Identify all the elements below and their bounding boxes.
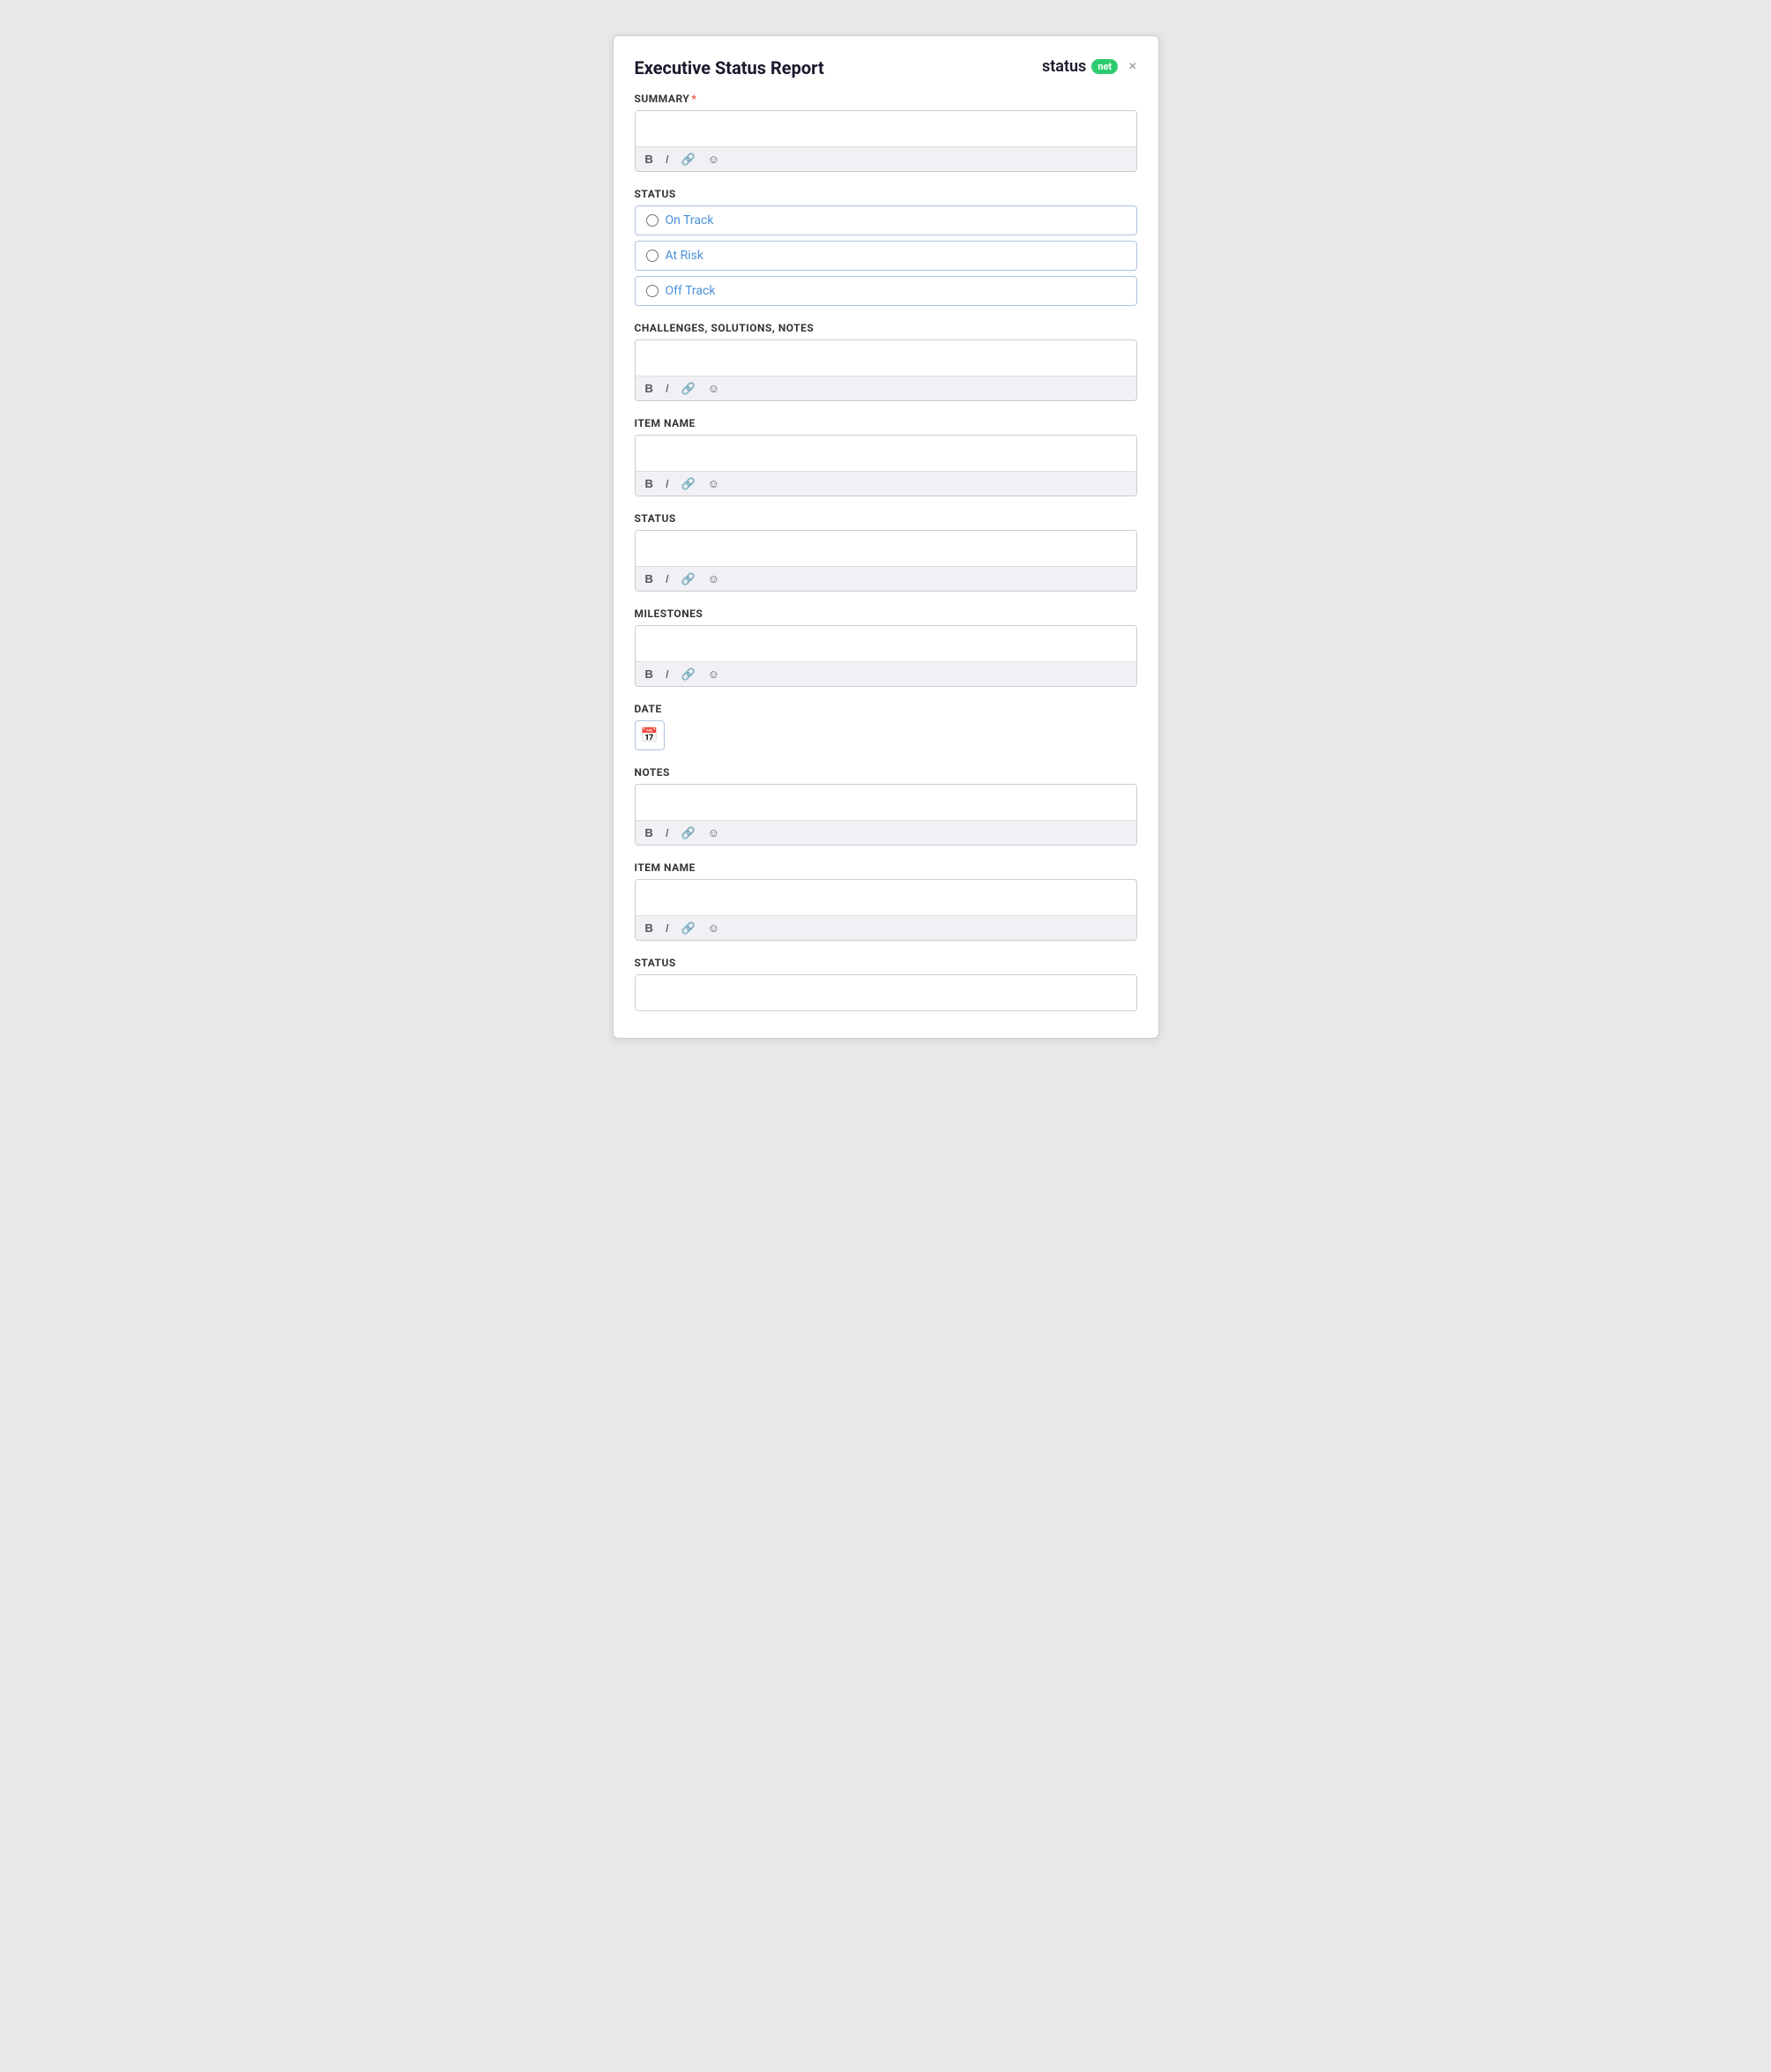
item-name-link-button-1[interactable]: 🔗 [679, 476, 698, 491]
item-status-editor-2 [635, 974, 1137, 1011]
brand-text: status [1042, 57, 1086, 76]
status-option-at-risk[interactable]: At Risk [635, 241, 1137, 271]
brand-badge: net [1091, 59, 1118, 74]
item-status-section-1: STATUS B I 🔗 ☺ [635, 512, 1137, 592]
notes-toolbar: B I 🔗 ☺ [636, 820, 1136, 845]
milestones-input[interactable] [636, 626, 1136, 661]
status-option-on-track[interactable]: On Track [635, 205, 1137, 235]
item-name-label-1: ITEM NAME [635, 417, 1137, 429]
item-status-toolbar-1: B I 🔗 ☺ [636, 566, 1136, 591]
item-status-editor-1: B I 🔗 ☺ [635, 530, 1137, 592]
status-section: STATUS On Track At Risk Off Track [635, 188, 1137, 306]
required-indicator: * [691, 93, 696, 105]
item-status-bold-button-1[interactable]: B [643, 571, 656, 586]
notes-emoji-button[interactable]: ☺ [705, 825, 722, 840]
summary-input[interactable] [636, 111, 1136, 146]
item-name-toolbar-1: B I 🔗 ☺ [636, 471, 1136, 496]
notes-section: NOTES B I 🔗 ☺ [635, 766, 1137, 846]
item-name-section-1: ITEM NAME B I 🔗 ☺ [635, 417, 1137, 496]
item-name-toolbar-2: B I 🔗 ☺ [636, 915, 1136, 940]
summary-emoji-button[interactable]: ☺ [705, 152, 722, 167]
date-picker-button[interactable]: 📅 [635, 720, 665, 750]
challenges-input[interactable] [636, 340, 1136, 376]
challenges-emoji-button[interactable]: ☺ [705, 381, 722, 396]
modal-container: Executive Status Report status net × SUM… [613, 35, 1159, 1039]
status-label-off-track: Off Track [666, 284, 716, 298]
notes-label: NOTES [635, 766, 1137, 779]
milestones-toolbar: B I 🔗 ☺ [636, 661, 1136, 686]
summary-section: SUMMARY* B I 🔗 ☺ [635, 93, 1137, 172]
item-status-input-2[interactable] [636, 975, 1136, 1010]
challenges-editor: B I 🔗 ☺ [635, 339, 1137, 401]
milestones-italic-button[interactable]: I [663, 667, 672, 682]
status-label-on-track: On Track [666, 213, 714, 227]
status-label: STATUS [635, 188, 1137, 200]
milestones-section: MILESTONES B I 🔗 ☺ [635, 607, 1137, 687]
challenges-toolbar: B I 🔗 ☺ [636, 376, 1136, 400]
item-name-emoji-button-2[interactable]: ☺ [705, 920, 722, 935]
challenges-italic-button[interactable]: I [663, 381, 672, 396]
status-radio-at-risk[interactable] [646, 250, 659, 262]
item-name-italic-button-1[interactable]: I [663, 476, 672, 491]
item-name-label-2: ITEM NAME [635, 861, 1137, 874]
modal-title: Executive Status Report [635, 57, 824, 78]
modal-header: Executive Status Report status net × [635, 57, 1137, 78]
item-name-italic-button-2[interactable]: I [663, 920, 672, 935]
item-name-bold-button-2[interactable]: B [643, 920, 656, 935]
summary-bold-button[interactable]: B [643, 152, 656, 167]
challenges-bold-button[interactable]: B [643, 381, 656, 396]
summary-label: SUMMARY* [635, 93, 1137, 105]
date-label: DATE [635, 703, 1137, 715]
status-radio-off-track[interactable] [646, 285, 659, 297]
item-status-section-2: STATUS [635, 957, 1137, 1011]
notes-italic-button[interactable]: I [663, 825, 672, 840]
item-status-label-2: STATUS [635, 957, 1137, 969]
challenges-section: CHALLENGES, SOLUTIONS, NOTES B I 🔗 ☺ [635, 322, 1137, 401]
item-status-label-1: STATUS [635, 512, 1137, 525]
challenges-label: CHALLENGES, SOLUTIONS, NOTES [635, 322, 1137, 334]
summary-italic-button[interactable]: I [663, 152, 672, 167]
milestones-link-button[interactable]: 🔗 [679, 667, 698, 682]
status-label-at-risk: At Risk [666, 249, 703, 263]
milestones-bold-button[interactable]: B [643, 667, 656, 682]
milestones-emoji-button[interactable]: ☺ [705, 667, 722, 682]
item-name-section-2: ITEM NAME B I 🔗 ☺ [635, 861, 1137, 941]
summary-link-button[interactable]: 🔗 [679, 152, 698, 167]
item-status-input-1[interactable] [636, 531, 1136, 566]
item-name-bold-button-1[interactable]: B [643, 476, 656, 491]
item-name-link-button-2[interactable]: 🔗 [679, 920, 698, 935]
notes-link-button[interactable]: 🔗 [679, 825, 698, 840]
notes-input[interactable] [636, 785, 1136, 820]
notes-editor: B I 🔗 ☺ [635, 784, 1137, 846]
item-name-input-1[interactable] [636, 436, 1136, 471]
item-name-editor-1: B I 🔗 ☺ [635, 435, 1137, 496]
item-status-italic-button-1[interactable]: I [663, 571, 672, 586]
item-status-emoji-button-1[interactable]: ☺ [705, 571, 722, 586]
item-name-input-2[interactable] [636, 880, 1136, 915]
summary-editor: B I 🔗 ☺ [635, 110, 1137, 172]
challenges-link-button[interactable]: 🔗 [679, 381, 698, 396]
item-status-link-button-1[interactable]: 🔗 [679, 571, 698, 586]
notes-bold-button[interactable]: B [643, 825, 656, 840]
status-option-off-track[interactable]: Off Track [635, 276, 1137, 306]
status-radio-on-track[interactable] [646, 214, 659, 227]
close-button[interactable]: × [1128, 60, 1136, 74]
milestones-label: MILESTONES [635, 607, 1137, 620]
calendar-icon: 📅 [641, 727, 659, 744]
status-options: On Track At Risk Off Track [635, 205, 1137, 306]
date-section: DATE 📅 [635, 703, 1137, 750]
modal-brand: status net [1042, 57, 1118, 76]
item-name-emoji-button-1[interactable]: ☺ [705, 476, 722, 491]
item-name-editor-2: B I 🔗 ☺ [635, 879, 1137, 941]
milestones-editor: B I 🔗 ☺ [635, 625, 1137, 687]
summary-toolbar: B I 🔗 ☺ [636, 146, 1136, 171]
